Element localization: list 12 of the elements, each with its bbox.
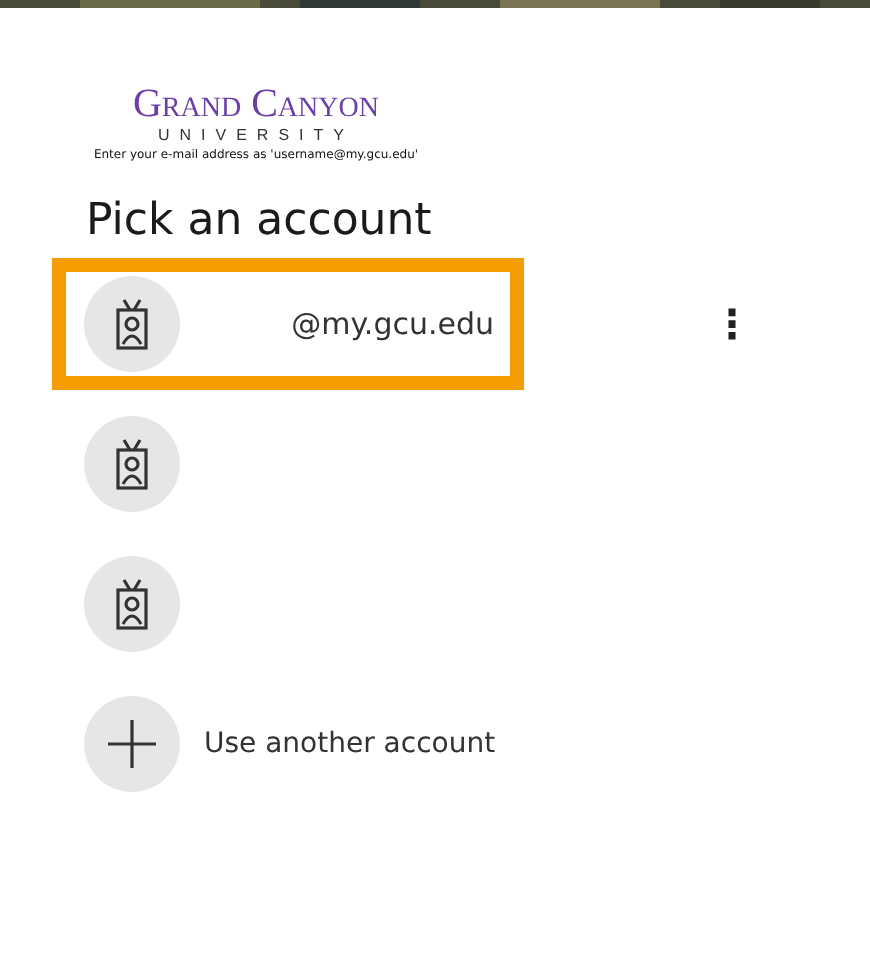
page-title: Pick an account <box>86 196 434 246</box>
account-item[interactable]: @my.gcu.edu <box>66 272 510 376</box>
id-badge-icon <box>116 438 148 490</box>
use-another-account-item[interactable]: Use another account <box>66 692 510 796</box>
id-badge-icon <box>116 298 148 350</box>
more-options-button[interactable]: ⋮ <box>704 300 760 348</box>
id-badge-icon <box>116 578 148 630</box>
plus-icon <box>108 720 156 768</box>
university-logo-subtitle: UNIVERSITY <box>157 124 354 146</box>
university-logo-name: Grand Canyon <box>132 84 379 124</box>
account-email: @my.gcu.edu <box>291 306 494 342</box>
use-another-account-label: Use another account <box>204 728 496 760</box>
